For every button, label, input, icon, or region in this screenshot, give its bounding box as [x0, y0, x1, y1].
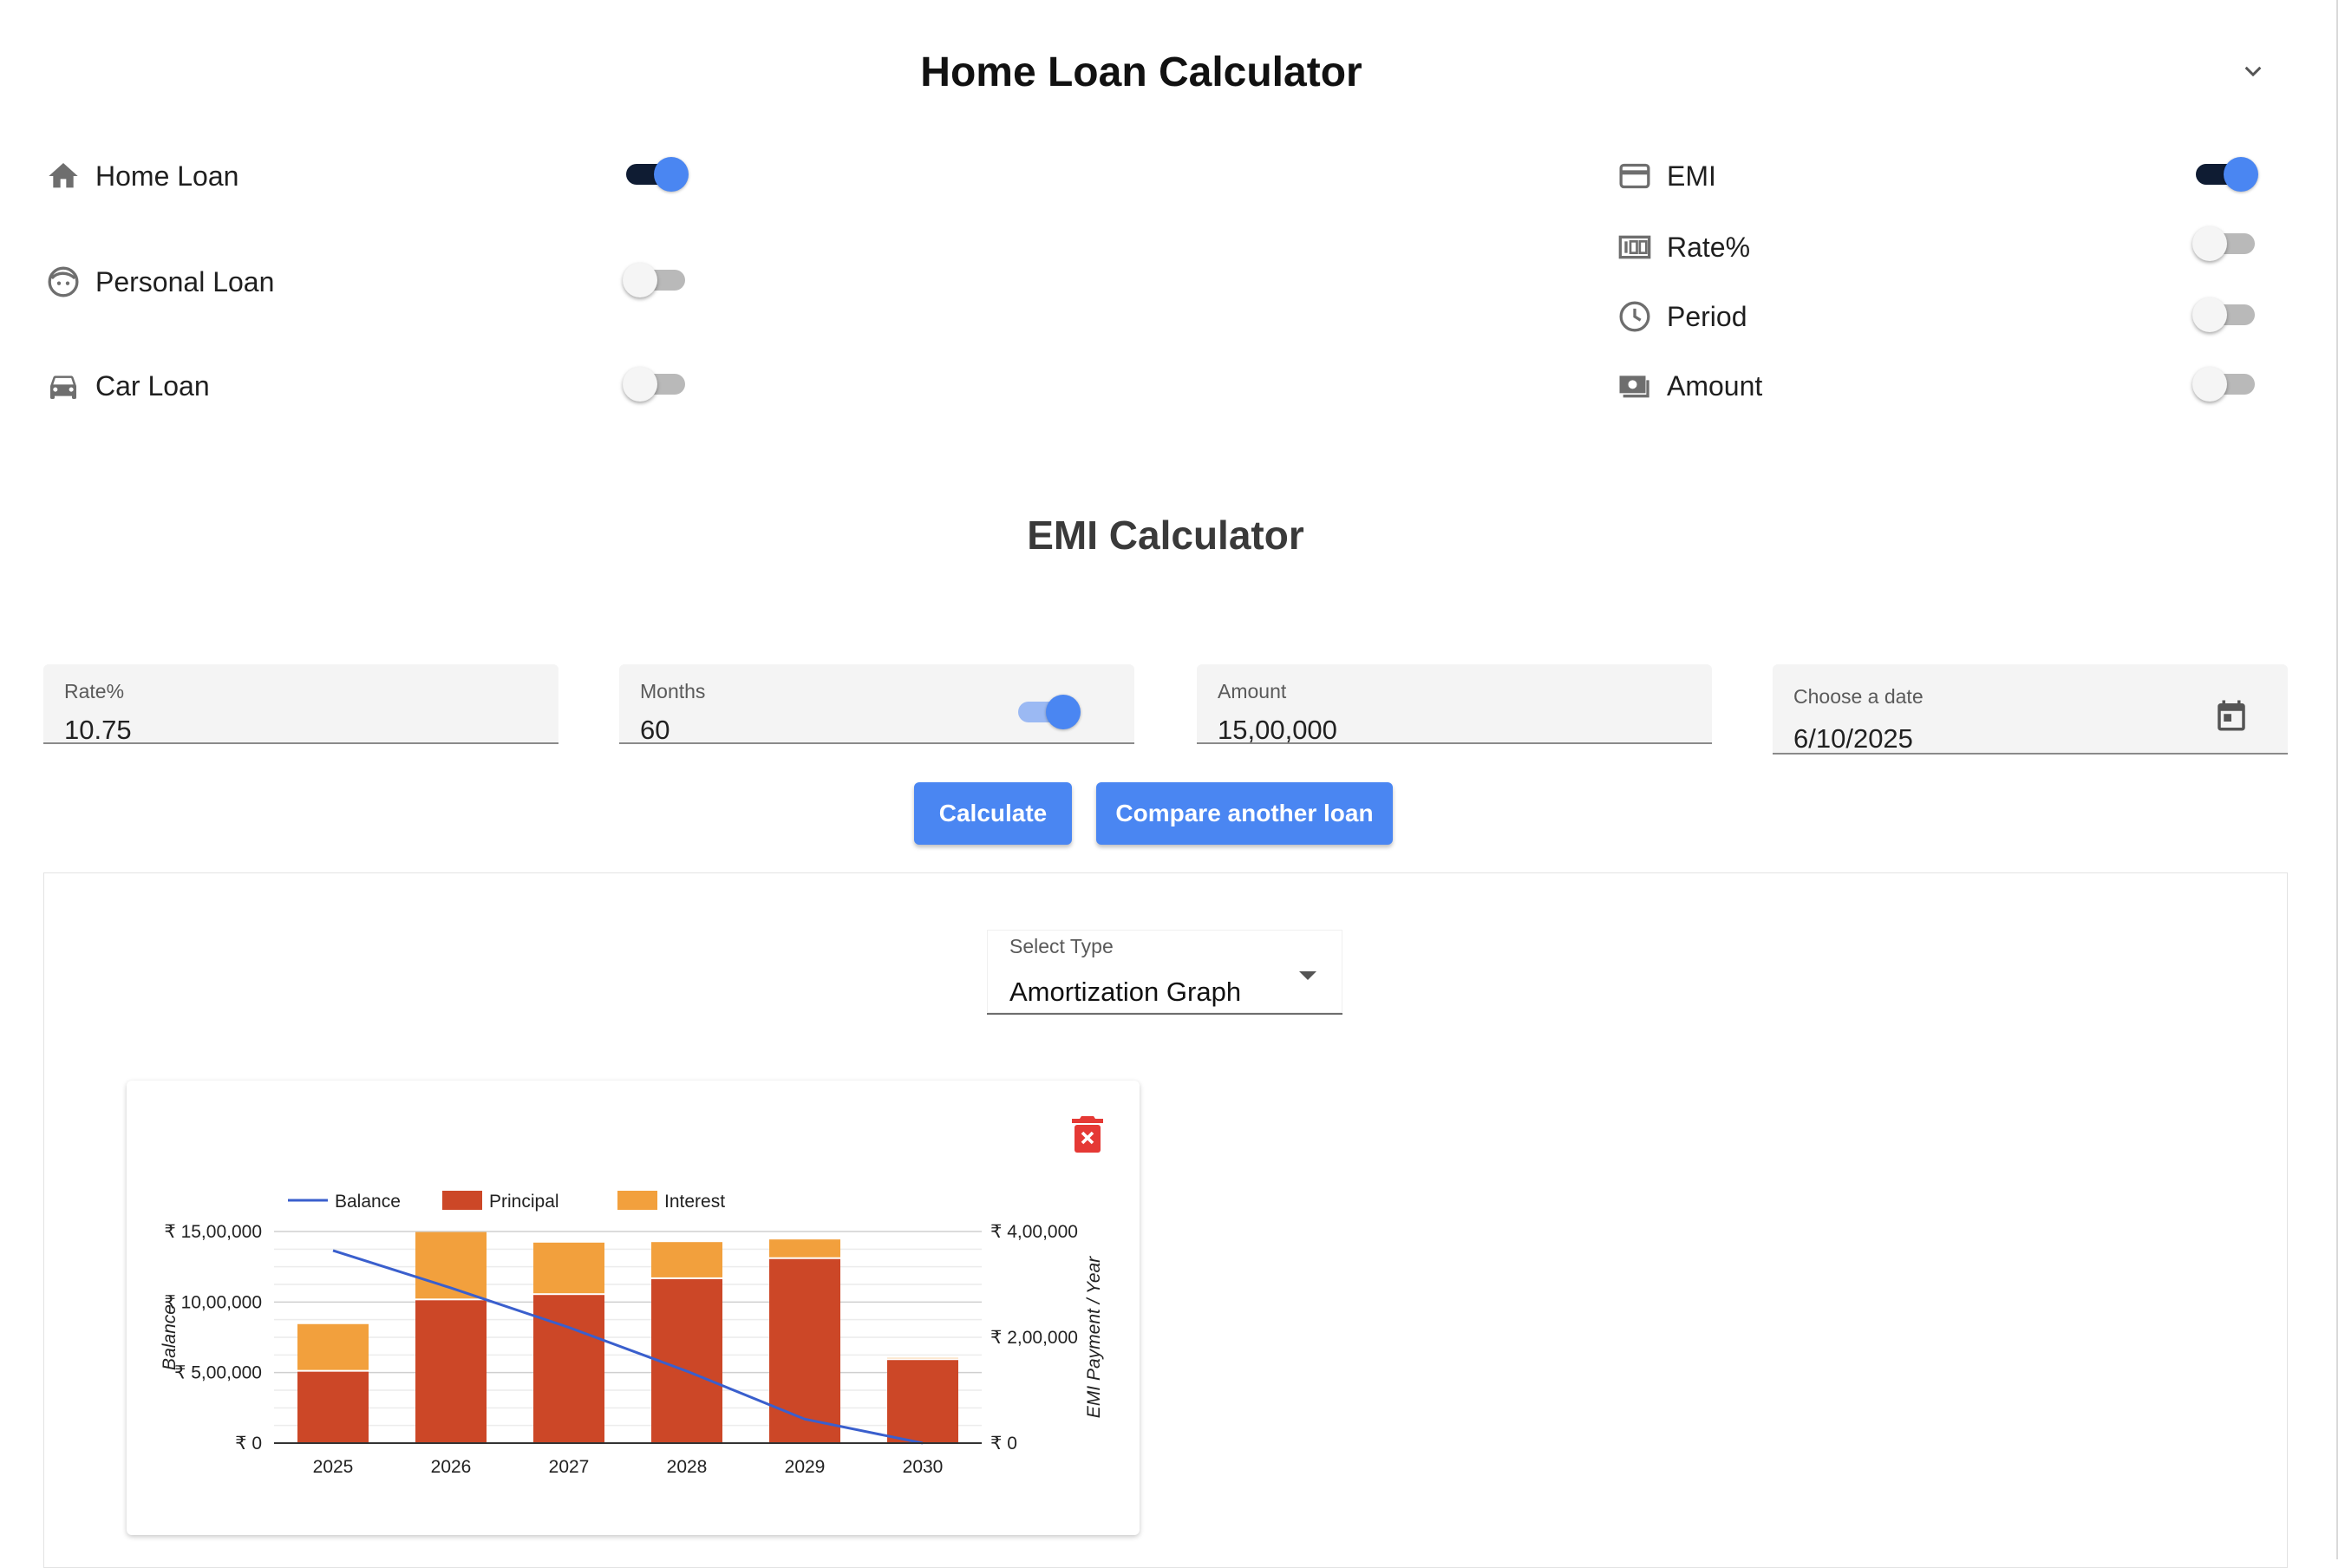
legend-swatch-interest: [617, 1191, 657, 1210]
loan-option-personal: Personal Loan: [43, 262, 274, 302]
calculate-button[interactable]: Calculate: [914, 782, 1072, 845]
x-tick-label: 2026: [431, 1457, 472, 1477]
x-tick-label: 2027: [549, 1457, 590, 1477]
mode-option-rate: Rate%: [1615, 227, 1750, 267]
bar-interest: [297, 1324, 369, 1370]
amount-field[interactable]: Amount 15,00,000: [1197, 664, 1712, 744]
months-unit-toggle[interactable]: [1015, 689, 1081, 732]
bar-principal: [297, 1372, 369, 1443]
date-field-label: Choose a date: [1793, 685, 1924, 709]
right-tick-label: ₹ 2,00,000: [990, 1328, 1078, 1348]
emi-toggle[interactable]: [2192, 151, 2258, 194]
mode-option-label: Period: [1667, 301, 1747, 333]
mode-option-label: EMI: [1667, 160, 1716, 193]
date-field[interactable]: Choose a date 6/10/2025: [1773, 664, 2288, 755]
bar-interest: [769, 1239, 840, 1258]
left-tick-label: ₹ 5,00,000: [174, 1363, 262, 1383]
mode-option-amount: Amount: [1615, 366, 1762, 406]
bar-interest: [651, 1242, 722, 1277]
face-icon: [43, 262, 83, 302]
bar-principal: [769, 1259, 840, 1443]
bar-principal: [887, 1360, 958, 1443]
mode-option-label: Rate%: [1667, 232, 1750, 264]
personal-loan-toggle[interactable]: [623, 257, 689, 300]
months-field-label: Months: [640, 680, 705, 703]
months-input[interactable]: 60: [640, 715, 670, 746]
credit-card-icon: [1615, 156, 1655, 196]
x-tick-label: 2028: [667, 1457, 708, 1477]
left-tick-label: ₹ 0: [235, 1434, 262, 1454]
date-input[interactable]: 6/10/2025: [1793, 723, 1913, 755]
cash-icon: [1615, 366, 1655, 406]
legend-label: Interest: [664, 1192, 725, 1212]
loan-option-car: Car Loan: [43, 366, 210, 406]
home-icon: [43, 156, 83, 196]
loan-option-label: Home Loan: [95, 160, 238, 193]
page-title: Home Loan Calculator: [0, 49, 2283, 96]
loan-option-label: Personal Loan: [95, 266, 274, 298]
bar-principal: [533, 1295, 604, 1443]
amortization-chart: ₹ 0₹ 5,00,000₹ 10,00,000₹ 15,00,000₹ 0₹ …: [127, 1081, 1140, 1535]
calendar-icon[interactable]: [2213, 697, 2250, 734]
chevron-down-icon[interactable]: [2236, 54, 2270, 88]
select-label: Select Type: [1009, 935, 1114, 958]
legend-label: Principal: [489, 1192, 559, 1212]
window-edge-divider: [2336, 0, 2338, 1559]
dropdown-arrow-icon[interactable]: [1299, 971, 1316, 980]
amortization-chart-card: ₹ 0₹ 5,00,000₹ 10,00,000₹ 15,00,000₹ 0₹ …: [127, 1081, 1140, 1535]
loan-option-label: Car Loan: [95, 370, 210, 402]
section-title: EMI Calculator: [0, 512, 2331, 559]
rate-toggle[interactable]: [2192, 220, 2258, 264]
rate-field-label: Rate%: [64, 680, 124, 703]
amount-input[interactable]: 15,00,000: [1218, 715, 1337, 746]
right-axis-title: EMI Payment / Year: [1084, 1256, 1104, 1418]
rate-input[interactable]: 10.75: [64, 715, 132, 746]
months-field[interactable]: Months 60: [619, 664, 1134, 744]
x-tick-label: 2030: [903, 1457, 944, 1477]
left-axis-title: Balance: [160, 1304, 180, 1370]
right-tick-label: ₹ 4,00,000: [990, 1222, 1078, 1242]
graph-type-select[interactable]: Select Type Amortization Graph: [987, 930, 1342, 1015]
x-tick-label: 2029: [785, 1457, 826, 1477]
bar-interest: [533, 1243, 604, 1293]
period-toggle[interactable]: [2192, 291, 2258, 335]
bar-principal: [415, 1300, 487, 1443]
clock-icon: [1615, 297, 1655, 336]
x-tick-label: 2025: [313, 1457, 354, 1477]
car-icon: [43, 366, 83, 406]
mode-option-emi: EMI: [1615, 156, 1716, 196]
legend-label: Balance: [335, 1192, 401, 1212]
percent-counter-icon: [1615, 227, 1655, 267]
left-tick-label: ₹ 15,00,000: [164, 1222, 262, 1242]
mode-option-period: Period: [1615, 297, 1747, 336]
compare-loan-button[interactable]: Compare another loan: [1096, 782, 1393, 845]
rate-field[interactable]: Rate% 10.75: [43, 664, 558, 744]
car-loan-toggle[interactable]: [623, 361, 689, 404]
loan-option-home: Home Loan: [43, 156, 238, 196]
amount-field-label: Amount: [1218, 680, 1286, 703]
right-tick-label: ₹ 0: [990, 1434, 1017, 1454]
mode-option-label: Amount: [1667, 370, 1762, 402]
home-loan-toggle[interactable]: [623, 151, 689, 194]
legend-swatch-principal: [442, 1191, 482, 1210]
select-value: Amortization Graph: [1009, 977, 1241, 1008]
amount-toggle[interactable]: [2192, 361, 2258, 404]
